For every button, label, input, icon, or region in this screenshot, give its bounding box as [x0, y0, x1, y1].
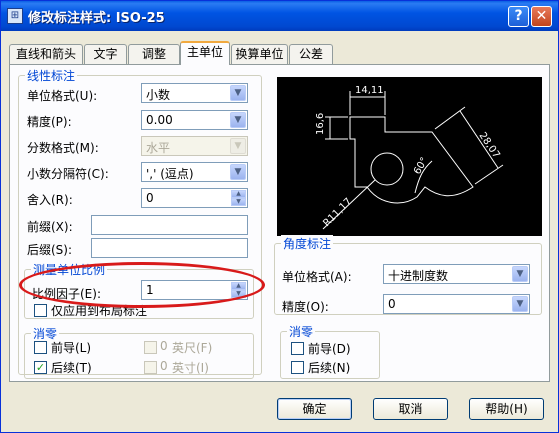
tab-fit[interactable]: 调整	[128, 44, 180, 64]
unit-format-select[interactable]: 小数 ▼	[141, 83, 248, 103]
precision-label: 精度(P):	[27, 115, 72, 129]
suffix-label: 后缀(S):	[27, 243, 73, 257]
roundoff-spinner[interactable]: 0 ▲ ▼	[141, 188, 248, 208]
trailing-zero-label: 后续(T)	[51, 361, 92, 375]
title-bar: ⊞ 修改标注样式: ISO-25 ? ✕	[1, 1, 558, 31]
chevron-down-icon: ▼	[512, 296, 528, 312]
feet-zero-value: 0	[160, 339, 168, 353]
dimension-preview: 14,11 16,6 28,07 60° R11,17	[277, 77, 542, 236]
chevron-down-icon: ▼	[230, 164, 246, 180]
spin-up-icon[interactable]: ▲	[231, 190, 246, 198]
tab-primary-units[interactable]: 主单位	[180, 41, 230, 65]
cancel-button[interactable]: 取消	[373, 398, 448, 420]
spin-down-icon[interactable]: ▼	[231, 198, 246, 206]
angular-precision-label: 精度(O):	[282, 300, 329, 314]
fraction-format-label: 分数格式(M):	[27, 141, 99, 155]
prefix-label: 前缀(X):	[27, 220, 73, 234]
preview-dim-top: 14,11	[355, 85, 384, 96]
zero-suppression-angular-title: 消零	[287, 323, 316, 340]
preview-dim-radius: R11,17	[321, 196, 354, 229]
angular-unit-format-select[interactable]: 十进制度数 ▼	[383, 264, 530, 284]
inches-zero-label: 英寸(I)	[172, 361, 209, 375]
angular-trailing-zero-label: 后续(N)	[308, 361, 351, 375]
angular-unit-format-label: 单位格式(A):	[282, 270, 352, 284]
angular-leading-zero-checkbox[interactable]	[291, 342, 304, 355]
chevron-down-icon: ▼	[230, 138, 246, 154]
app-icon: ⊞	[7, 8, 23, 24]
trailing-zero-checkbox[interactable]: ✓	[34, 361, 47, 374]
suffix-input[interactable]	[91, 238, 248, 258]
tab-text[interactable]: 文字	[84, 44, 127, 64]
leading-zero-label: 前导(L)	[51, 341, 92, 355]
highlight-annotation-ellipse	[19, 262, 265, 308]
precision-select[interactable]: 0.00 ▼	[141, 110, 248, 130]
chevron-down-icon: ▼	[230, 85, 246, 101]
tab-panel: 线性标注 单位格式(U): 小数 ▼ 精度(P): 0.00 ▼ 分数格式(M)…	[9, 64, 550, 382]
preview-dim-angle: 60°	[412, 156, 430, 177]
decimal-separator-label: 小数分隔符(C):	[27, 167, 109, 181]
feet-zero-label: 英尺(F)	[172, 341, 213, 355]
close-button[interactable]: ✕	[531, 6, 552, 27]
prefix-input[interactable]	[91, 215, 248, 235]
leading-zero-checkbox[interactable]	[34, 341, 47, 354]
fraction-format-select: 水平 ▼	[141, 136, 248, 156]
layout-only-checkbox[interactable]	[34, 304, 47, 317]
unit-format-label: 单位格式(U):	[27, 89, 98, 103]
inches-zero-checkbox	[144, 361, 157, 374]
preview-dim-right: 28,07	[477, 131, 502, 161]
dialog-window: ⊞ 修改标注样式: ISO-25 ? ✕ 直线和箭头 文字 调整 主单位 换算单…	[0, 0, 559, 433]
tab-lines-arrows[interactable]: 直线和箭头	[9, 44, 83, 64]
linear-dimensions-title: 线性标注	[25, 67, 78, 84]
preview-drawing: 14,11 16,6 28,07 60° R11,17	[315, 85, 504, 230]
roundoff-label: 舍入(R):	[27, 193, 73, 207]
preview-dim-left: 16,6	[315, 113, 326, 135]
chevron-down-icon: ▼	[512, 266, 528, 282]
angular-precision-select[interactable]: 0 ▼	[383, 294, 530, 314]
help-button[interactable]: 帮助(H)	[469, 398, 544, 420]
angular-leading-zero-label: 前导(D)	[308, 342, 351, 356]
help-title-button[interactable]: ?	[508, 6, 529, 27]
feet-zero-checkbox	[144, 341, 157, 354]
inches-zero-value: 0	[160, 359, 168, 373]
tab-alternate-units[interactable]: 换算单位	[231, 44, 288, 64]
angular-trailing-zero-checkbox[interactable]	[291, 361, 304, 374]
angular-dimensions-title: 角度标注	[281, 235, 334, 252]
decimal-separator-select[interactable]: ',' (逗点) ▼	[141, 162, 248, 182]
window-title: 修改标注样式: ISO-25	[28, 11, 165, 26]
tab-tolerances[interactable]: 公差	[289, 44, 333, 64]
ok-button[interactable]: 确定	[277, 398, 352, 420]
chevron-down-icon: ▼	[230, 112, 246, 128]
